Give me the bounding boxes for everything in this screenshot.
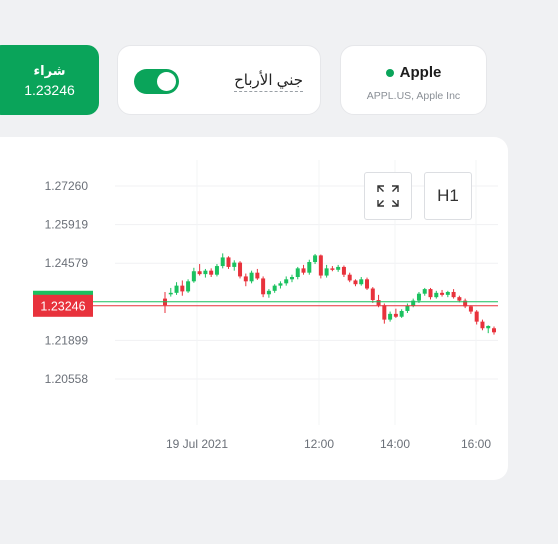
- candle-body: [191, 271, 196, 282]
- x-tick-label: 16:00: [461, 437, 491, 451]
- candle-body: [203, 270, 208, 275]
- price-tag-label: 1.23246: [40, 299, 85, 313]
- candle-body: [284, 279, 289, 284]
- candle-body: [318, 255, 323, 276]
- candle-body: [434, 292, 439, 298]
- candle-body: [486, 325, 491, 329]
- candle-body: [243, 276, 248, 282]
- candle-body: [226, 257, 231, 267]
- y-tick-label: 1.27260: [45, 179, 89, 193]
- candle-body: [238, 262, 243, 277]
- candle-body: [214, 266, 219, 275]
- candle-body: [324, 268, 329, 276]
- candle-body: [492, 328, 496, 333]
- candle-body: [255, 272, 260, 279]
- expand-icon: [377, 185, 399, 207]
- candle-body: [186, 281, 191, 292]
- candle-body: [388, 313, 393, 320]
- y-tick-label: 1.24579: [45, 256, 89, 270]
- y-tick-label: 1.21899: [45, 333, 89, 347]
- candle-body: [266, 290, 271, 295]
- candle-body: [261, 278, 266, 295]
- candle-body: [365, 279, 370, 289]
- candle-body: [451, 291, 456, 298]
- candle-body: [353, 280, 358, 285]
- candle-body: [249, 272, 254, 282]
- candle-body: [330, 268, 335, 270]
- y-tick-label: 1.20558: [45, 372, 89, 386]
- x-tick-label: 19 Jul 2021: [166, 437, 228, 451]
- candle-body: [370, 288, 375, 301]
- candle-body: [289, 276, 294, 280]
- candle-body: [422, 289, 427, 294]
- candle-body: [197, 271, 202, 275]
- candle-body: [278, 283, 283, 286]
- candle-body: [272, 285, 277, 291]
- expand-chart-button[interactable]: [364, 172, 412, 220]
- candle-body: [341, 266, 346, 275]
- candle-body: [220, 257, 225, 267]
- y-tick-label: 1.25919: [45, 218, 89, 232]
- candle-body: [405, 305, 410, 311]
- candle-body: [359, 279, 364, 285]
- candle-body: [480, 321, 485, 329]
- candle-body: [313, 255, 318, 263]
- x-tick-label: 12:00: [304, 437, 334, 451]
- price-chart[interactable]: 1.272601.259191.245791.232381.218991.205…: [0, 0, 558, 544]
- candle-body: [307, 262, 312, 273]
- candle-body: [399, 310, 404, 317]
- candle-body: [180, 285, 185, 292]
- timeframe-button[interactable]: H1: [424, 172, 472, 220]
- candle-body: [347, 274, 352, 281]
- candle-body: [440, 292, 445, 295]
- candle-body: [474, 311, 479, 322]
- candle-body: [295, 268, 300, 277]
- candle-body: [376, 300, 381, 306]
- candle-body: [232, 262, 237, 267]
- candle-body: [168, 292, 173, 295]
- candle-body: [393, 313, 398, 317]
- candle-body: [174, 285, 179, 293]
- candle-body: [382, 305, 387, 320]
- candle-body: [209, 270, 214, 275]
- candle-body: [428, 289, 433, 298]
- candle-body: [336, 266, 341, 270]
- x-tick-label: 14:00: [380, 437, 410, 451]
- candle-body: [468, 306, 473, 312]
- candle-body: [457, 297, 462, 301]
- candle-body: [416, 293, 421, 301]
- candle-body: [445, 291, 450, 295]
- candle-body: [301, 268, 306, 273]
